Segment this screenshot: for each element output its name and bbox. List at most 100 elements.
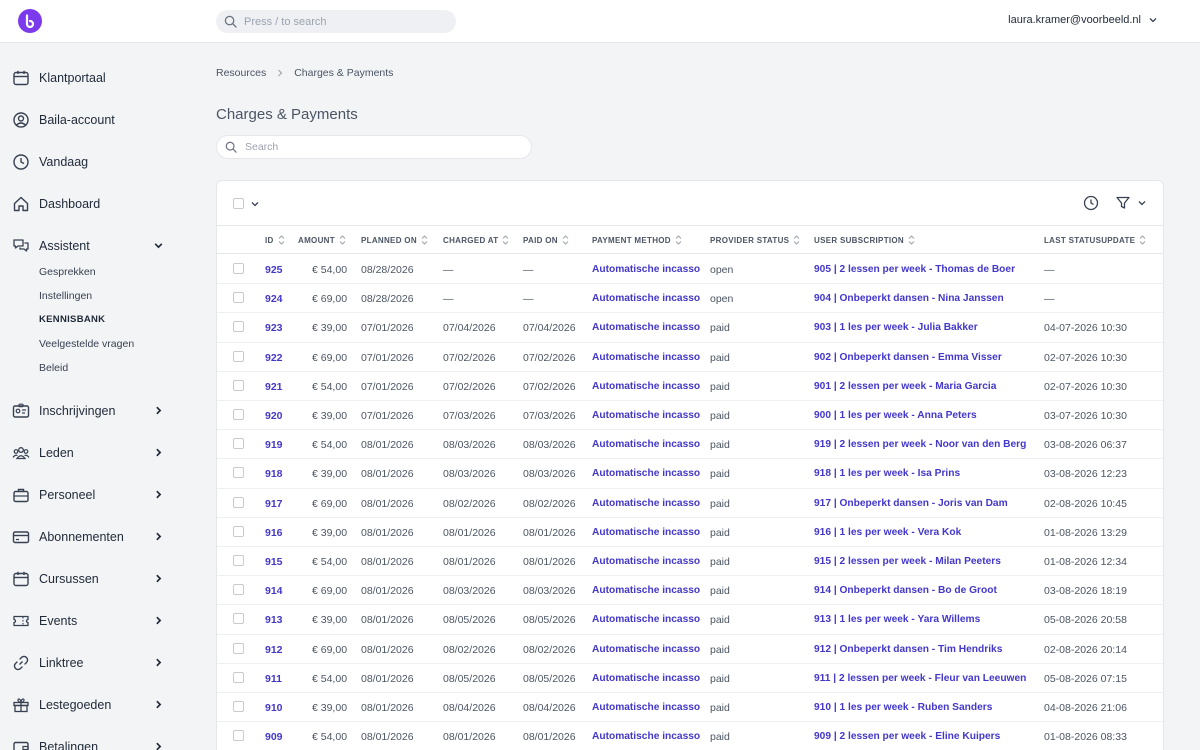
row-checkbox[interactable] [233, 467, 244, 479]
table-row[interactable]: 918 € 39,00 08/01/2026 08/03/2026 08/03/2026… [217, 459, 1163, 489]
row-checkbox[interactable] [233, 671, 244, 683]
table-row[interactable]: 924 € 69,00 08/28/2026 — — Automatische incas… [217, 284, 1163, 314]
cell-id[interactable]: 910 [265, 702, 283, 714]
baila-logo-icon[interactable] [18, 9, 42, 33]
sidebar-item-assistent[interactable]: Assistent [12, 232, 172, 260]
cell-payment-method[interactable]: Automatische incasso [592, 702, 700, 713]
sidebar-item-lestegoeden[interactable]: Lestegoeden [12, 691, 172, 719]
cell-user-subscription[interactable]: 910 | 1 les per week - Ruben Sanders [814, 702, 992, 713]
global-search-input[interactable]: Press / to search [216, 10, 456, 33]
table-row[interactable]: 914 € 69,00 08/01/2026 08/03/2026 08/03/2026… [217, 576, 1163, 606]
row-checkbox[interactable] [233, 263, 244, 274]
cell-id[interactable]: 924 [265, 293, 283, 305]
chevron-right-icon[interactable] [153, 447, 164, 458]
table-row[interactable]: 920 € 39,00 07/01/2026 07/03/2026 07/03/2026… [217, 401, 1163, 431]
cell-user-subscription[interactable]: 904 | Onbeperkt dansen - Nina Janssen [814, 293, 1004, 304]
user-menu[interactable]: laura.kramer@voorbeeld.nl [1008, 14, 1158, 26]
cell-payment-method[interactable]: Automatische incasso [592, 381, 700, 392]
cell-payment-method[interactable]: Automatische incasso [592, 293, 700, 304]
row-checkbox[interactable] [233, 292, 244, 304]
sort-icon[interactable] [421, 235, 428, 245]
row-checkbox[interactable] [233, 438, 244, 450]
column-header-charged-at[interactable]: CHARGED AT [443, 235, 509, 245]
cell-user-subscription[interactable]: 902 | Onbeperkt dansen - Emma Visser [814, 352, 1002, 363]
cell-payment-method[interactable]: Automatische incasso [592, 264, 700, 275]
row-checkbox[interactable] [233, 613, 244, 625]
sidebar-subitem-gesprekken[interactable]: Gesprekken [39, 266, 96, 278]
sort-icon[interactable] [675, 235, 682, 245]
sidebar-item-personeel[interactable]: Personeel [12, 481, 172, 509]
cell-payment-method[interactable]: Automatische incasso [592, 673, 700, 684]
row-checkbox[interactable] [233, 321, 244, 333]
table-row[interactable]: 912 € 69,00 08/01/2026 08/02/2026 08/02/2026… [217, 635, 1163, 664]
cell-user-subscription[interactable]: 913 | 1 les per week - Yara Willems [814, 614, 980, 625]
sort-icon[interactable] [908, 235, 915, 245]
chevron-right-icon[interactable] [153, 615, 164, 626]
cell-user-subscription[interactable]: 905 | 2 lessen per week - Thomas de Boer [814, 264, 1015, 275]
cell-id[interactable]: 919 [265, 439, 283, 451]
cell-user-subscription[interactable]: 901 | 2 lessen per week - Maria Garcia [814, 381, 996, 392]
cell-user-subscription[interactable]: 914 | Onbeperkt dansen - Bo de Groot [814, 585, 997, 596]
sidebar-item-events[interactable]: Events [12, 607, 172, 635]
cell-id[interactable]: 912 [265, 644, 283, 656]
chevron-right-icon[interactable] [153, 741, 164, 750]
cell-id[interactable]: 909 [265, 731, 283, 743]
sort-icon[interactable] [339, 235, 346, 245]
row-checkbox[interactable] [233, 730, 244, 742]
sidebar-subitem-beleid[interactable]: Beleid [39, 362, 68, 374]
sidebar-item-linktree[interactable]: Linktree [12, 649, 172, 677]
sidebar-subitem-veelgestelde-vragen[interactable]: Veelgestelde vragen [39, 338, 134, 350]
chevron-right-icon[interactable] [153, 573, 164, 584]
cell-id[interactable]: 920 [265, 410, 283, 422]
sidebar-item-betalingen[interactable]: Betalingen [12, 733, 172, 750]
cell-payment-method[interactable]: Automatische incasso [592, 527, 700, 538]
cell-id[interactable]: 915 [265, 556, 283, 568]
sidebar-item-abonnementen[interactable]: Abonnementen [12, 523, 172, 551]
table-row[interactable]: 916 € 39,00 08/01/2026 08/01/2026 08/01/2026… [217, 518, 1163, 547]
sidebar-item-cursussen[interactable]: Cursussen [12, 565, 172, 593]
sidebar-item-vandaag[interactable]: Vandaag [12, 148, 172, 176]
row-checkbox[interactable] [233, 584, 244, 596]
table-row[interactable]: 917 € 69,00 08/01/2026 08/02/2026 08/02/2026… [217, 489, 1163, 518]
sort-icon[interactable] [278, 235, 285, 245]
cell-user-subscription[interactable]: 909 | 2 lessen per week - Eline Kuipers [814, 731, 1000, 742]
table-search-input[interactable]: Search [216, 135, 532, 159]
table-row[interactable]: 915 € 54,00 08/01/2026 08/01/2026 08/01/2026… [217, 547, 1163, 577]
row-checkbox[interactable] [233, 409, 244, 420]
cell-id[interactable]: 914 [265, 585, 283, 597]
table-row[interactable]: 923 € 39,00 07/01/2026 07/04/2026 07/04/2026… [217, 313, 1163, 343]
chevron-down-icon[interactable] [1137, 198, 1147, 208]
table-row[interactable]: 919 € 54,00 08/01/2026 08/03/2026 08/03/2026… [217, 430, 1163, 460]
chevron-right-icon[interactable] [153, 657, 164, 668]
row-checkbox[interactable] [233, 701, 244, 712]
cell-id[interactable]: 916 [265, 527, 283, 539]
column-header-paid-on[interactable]: PAID ON [523, 235, 569, 245]
row-checkbox[interactable] [233, 555, 244, 566]
cell-payment-method[interactable]: Automatische incasso [592, 439, 700, 450]
history-clock-icon[interactable] [1083, 195, 1099, 211]
chevron-right-icon[interactable] [153, 531, 164, 542]
chevron-down-icon[interactable] [250, 199, 260, 209]
cell-payment-method[interactable]: Automatische incasso [592, 468, 700, 479]
sidebar-item-baila-account[interactable]: Baila-account [12, 106, 172, 134]
sidebar-item-inschrijvingen[interactable]: Inschrijvingen [12, 397, 172, 425]
table-row[interactable]: 921 € 54,00 07/01/2026 07/02/2026 07/02/2026… [217, 372, 1163, 401]
sort-icon[interactable] [502, 235, 509, 245]
cell-user-subscription[interactable]: 919 | 2 lessen per week - Noor van den B… [814, 439, 1026, 450]
chevron-right-icon[interactable] [153, 405, 164, 416]
cell-payment-method[interactable]: Automatische incasso [592, 585, 700, 596]
cell-payment-method[interactable]: Automatische incasso [592, 410, 700, 421]
table-row[interactable]: 909 € 54,00 08/01/2026 08/01/2026 08/01/2026… [217, 722, 1163, 750]
row-checkbox[interactable] [233, 642, 244, 654]
cell-user-subscription[interactable]: 916 | 1 les per week - Vera Kok [814, 527, 961, 538]
column-header-provider-status[interactable]: PROVIDER STATUS [710, 235, 800, 245]
select-all-checkbox[interactable] [233, 198, 244, 209]
table-row[interactable]: 910 € 39,00 08/01/2026 08/04/2026 08/04/2026… [217, 693, 1163, 723]
table-row[interactable]: 925 € 54,00 08/28/2026 — — Automatische incas… [217, 255, 1163, 285]
breadcrumb-root[interactable]: Resources [216, 67, 266, 79]
cell-id[interactable]: 925 [265, 264, 283, 276]
cell-payment-method[interactable]: Automatische incasso [592, 352, 700, 363]
cell-user-subscription[interactable]: 911 | 2 lessen per week - Fleur van Leeu… [814, 673, 1026, 684]
sort-icon[interactable] [1139, 235, 1146, 245]
cell-payment-method[interactable]: Automatische incasso [592, 556, 700, 567]
